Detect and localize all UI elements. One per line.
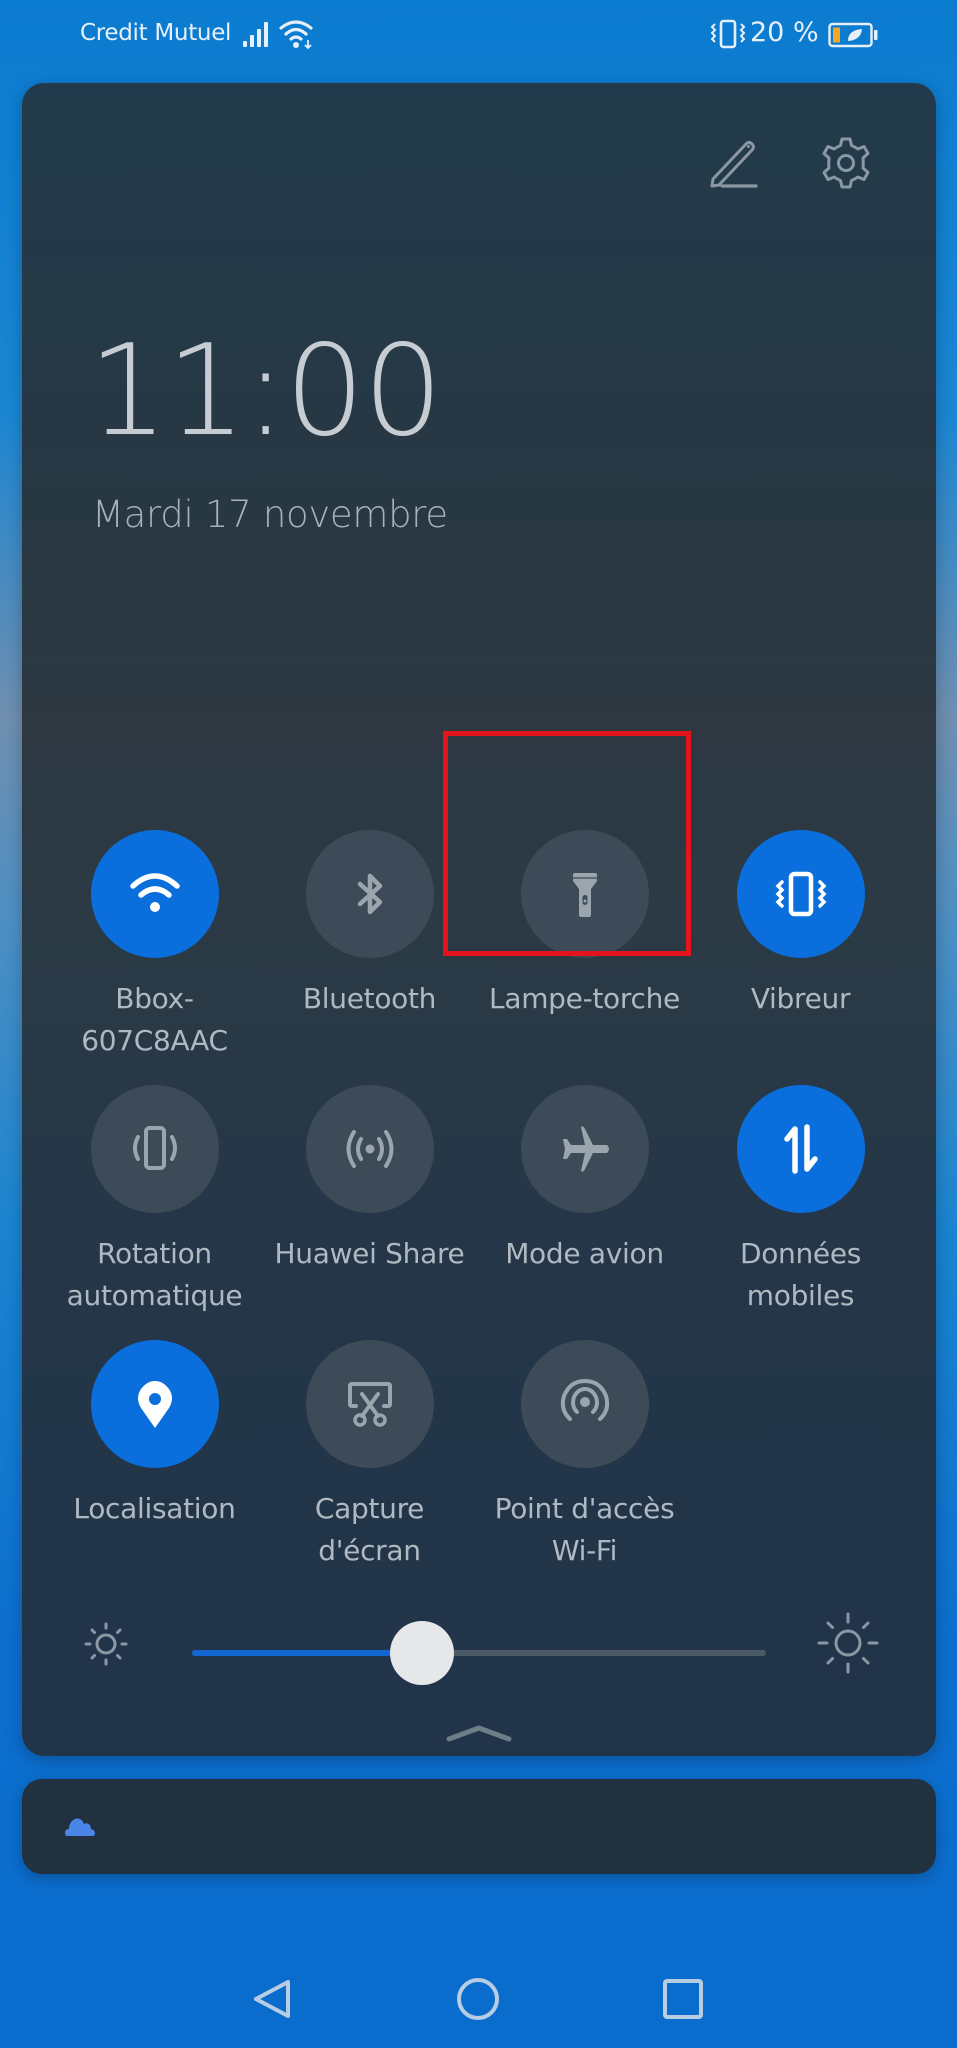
brightness-low-icon	[84, 1622, 128, 1666]
screenshot-icon	[338, 1372, 402, 1436]
settings-button[interactable]	[816, 133, 876, 193]
date: Mardi 17 novembre	[92, 493, 448, 536]
location-pin-icon	[123, 1372, 187, 1436]
airplane-icon	[553, 1117, 617, 1181]
leaf-icon	[848, 29, 862, 41]
vibrate-mode-icon	[710, 19, 746, 49]
tile-label: Rotation automatique	[66, 1237, 243, 1312]
recents-square-icon	[663, 1979, 703, 2019]
recents-button[interactable]	[654, 1971, 710, 2027]
tile-huawei-share-toggle[interactable]	[305, 1085, 434, 1213]
home-circle-icon	[457, 1978, 499, 2020]
cell-signal-icon	[243, 22, 268, 47]
brightness-high-icon	[817, 1612, 879, 1674]
tile-auto-rotate-toggle[interactable]	[90, 1085, 219, 1213]
hotspot-icon	[553, 1372, 617, 1436]
tile-label: Localisation	[73, 1492, 236, 1525]
wifi-icon	[279, 20, 313, 50]
pencil-edit-icon	[710, 141, 758, 188]
expand-handle-chevron-icon[interactable]	[444, 1722, 514, 1744]
tile-vibrate[interactable]: Vibreur	[693, 830, 908, 1020]
wifi-icon	[123, 862, 187, 926]
tile-label: Mode avion	[505, 1237, 664, 1270]
tile-screenshot[interactable]: Capture d'écran	[262, 1340, 477, 1572]
status-bar: Credit Mutuel 20 %	[0, 0, 957, 72]
vibrate-icon	[769, 862, 833, 926]
brightness-slider[interactable]	[192, 1621, 766, 1685]
notification-card[interactable]	[22, 1779, 936, 1874]
back-triangle-icon	[254, 1980, 290, 2018]
tile-label: Données mobiles	[739, 1237, 862, 1312]
tile-vibrate-toggle[interactable]	[736, 830, 865, 958]
tile-label: Point d'accès Wi-Fi	[494, 1492, 675, 1567]
tile-label: Lampe-torche	[489, 982, 680, 1015]
back-button[interactable]	[245, 1971, 301, 2027]
tile-hotspot[interactable]: Point d'accès Wi-Fi	[477, 1340, 692, 1572]
tile-label: Huawei Share	[274, 1237, 465, 1270]
tile-location[interactable]: Localisation	[47, 1340, 262, 1530]
clock: 11:00	[88, 317, 443, 464]
tile-mobile-data[interactable]: Données mobiles	[693, 1085, 908, 1317]
brightness-slider-thumb[interactable]	[389, 1621, 454, 1685]
navigation-bar	[0, 1955, 957, 2035]
tile-hotspot-toggle[interactable]	[520, 1340, 649, 1468]
tile-label: Capture d'écran	[314, 1492, 425, 1567]
tile-wifi[interactable]: Bbox- 607C8AAC	[47, 830, 262, 1062]
tile-wifi-toggle[interactable]	[90, 830, 219, 958]
tile-auto-rotate[interactable]: Rotation automatique	[47, 1085, 262, 1317]
tile-mobile-data-toggle[interactable]	[736, 1085, 865, 1213]
tile-label: Vibreur	[750, 982, 851, 1015]
mobile-data-icon	[769, 1117, 833, 1181]
cloud-icon	[65, 1818, 95, 1836]
highlight-annotation-box	[443, 731, 691, 956]
huawei-share-icon	[338, 1117, 402, 1181]
edit-tiles-button[interactable]	[704, 133, 764, 193]
gear-icon	[822, 137, 870, 189]
tile-location-toggle[interactable]	[90, 1340, 219, 1468]
tile-screenshot-toggle[interactable]	[305, 1340, 434, 1468]
tile-label: Bluetooth	[302, 982, 437, 1015]
tile-label: Bbox- 607C8AAC	[81, 982, 228, 1057]
carrier-name: Credit Mutuel	[80, 20, 232, 46]
battery-icon	[828, 22, 878, 48]
tile-airplane[interactable]: Mode avion	[477, 1085, 692, 1275]
battery-percent: 20 %	[750, 17, 819, 48]
tile-bluetooth-toggle[interactable]	[305, 830, 434, 958]
tile-huawei-share[interactable]: Huawei Share	[262, 1085, 477, 1275]
brightness-slider-fill	[192, 1650, 422, 1656]
home-button[interactable]	[450, 1971, 506, 2027]
brightness-control	[22, 1590, 936, 1685]
bluetooth-icon	[338, 862, 402, 926]
tile-airplane-toggle[interactable]	[520, 1085, 649, 1213]
auto-rotate-icon	[123, 1117, 187, 1181]
